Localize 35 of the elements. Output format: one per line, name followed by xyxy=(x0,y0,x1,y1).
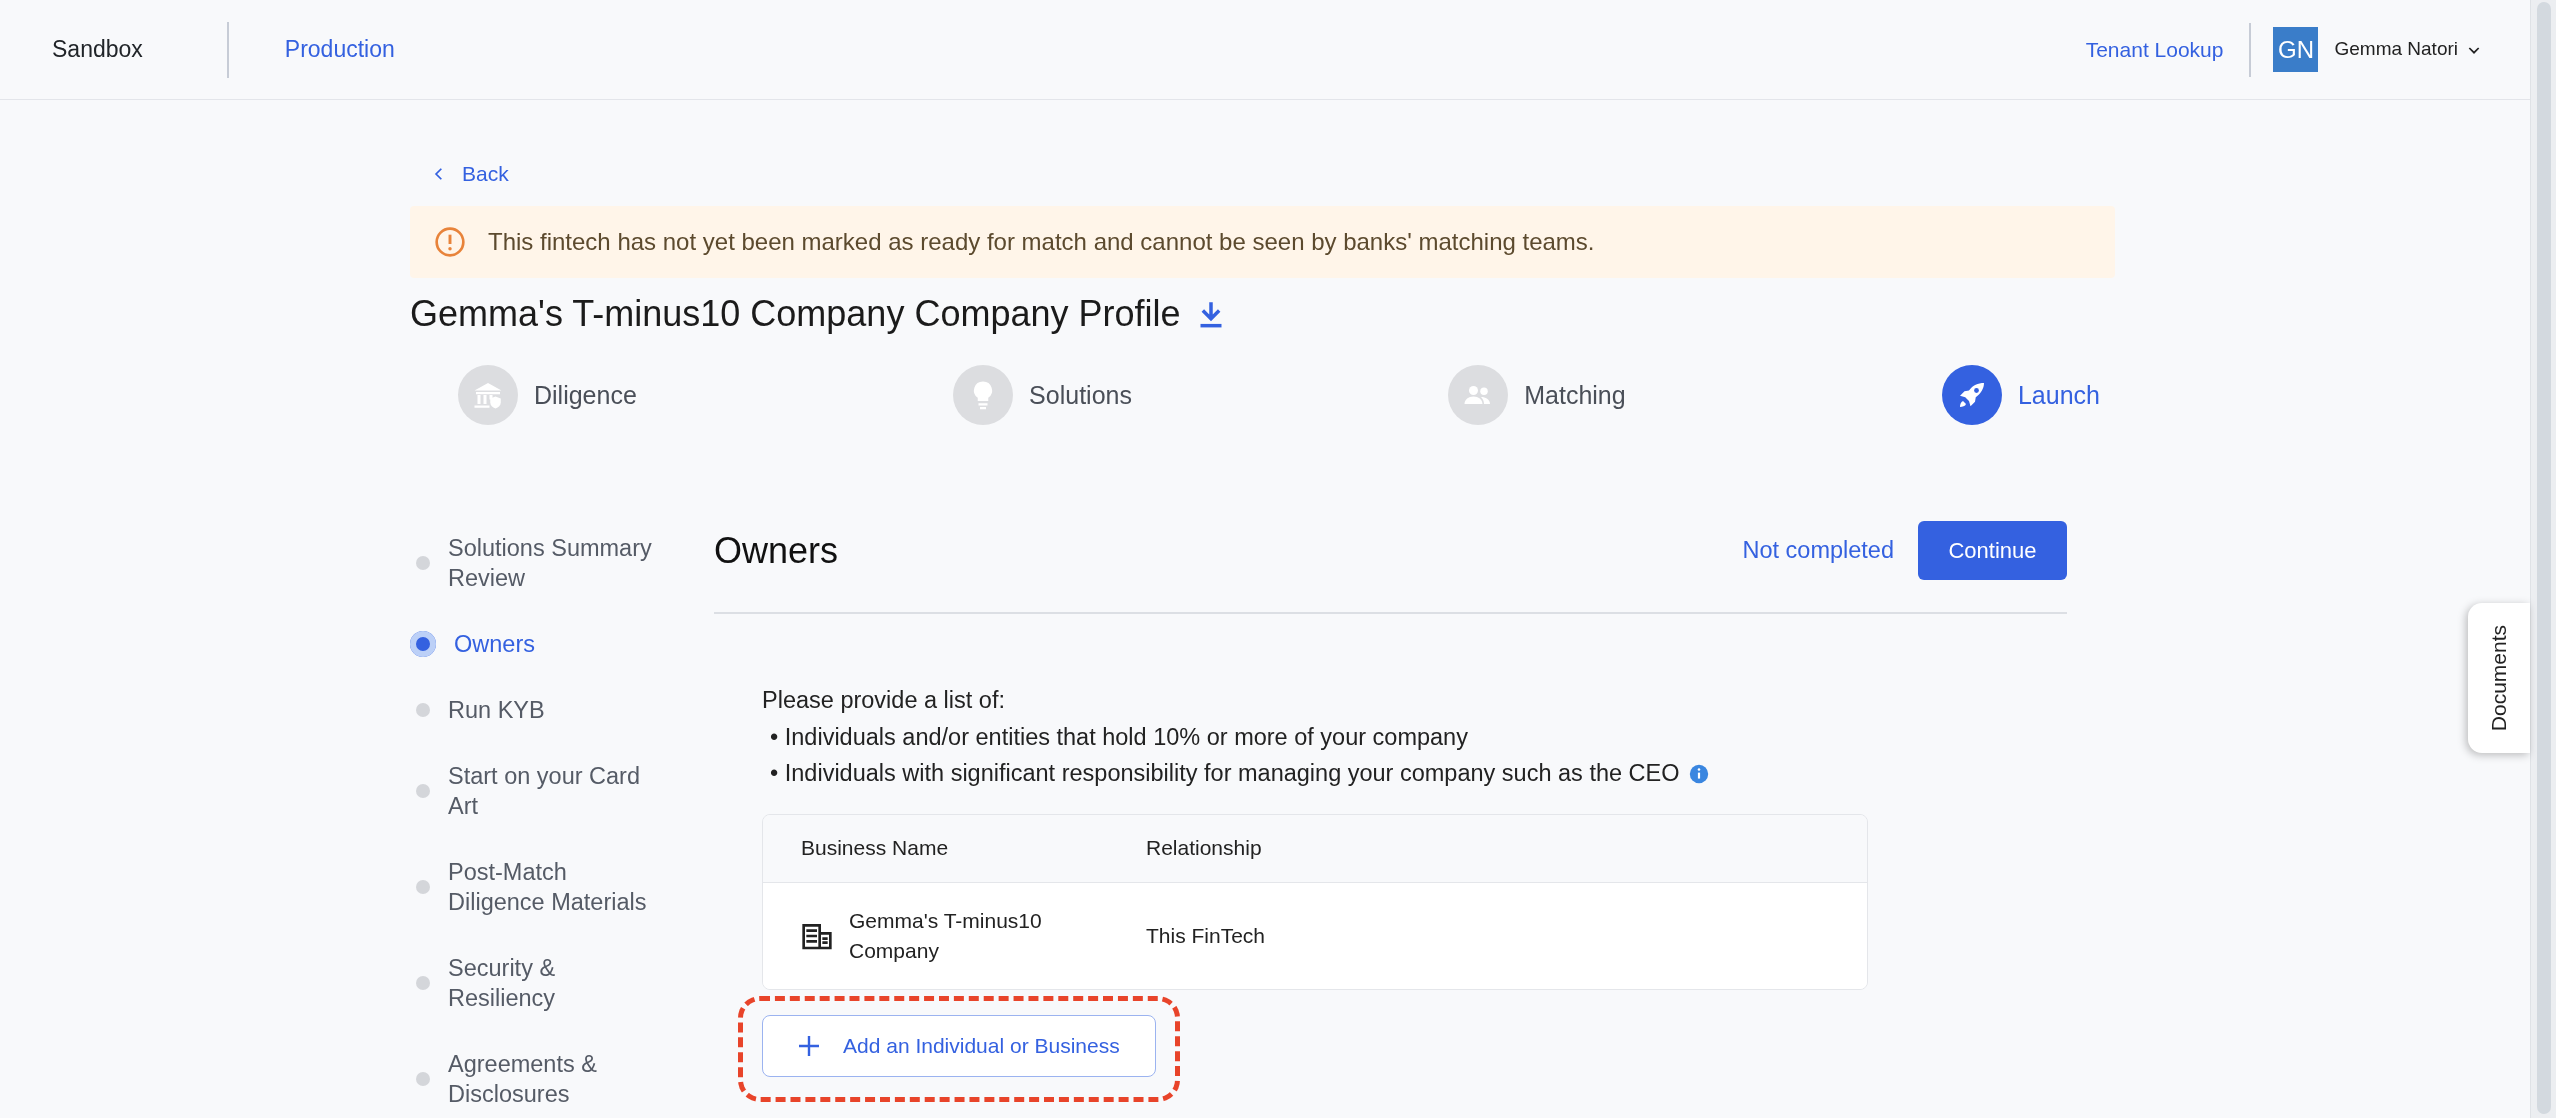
sidebar-item[interactable]: Owners xyxy=(454,629,669,660)
sidebar-item[interactable]: Post-Match Diligence Materials xyxy=(448,857,663,918)
sidebar-item[interactable]: Agreements & Disclosures xyxy=(448,1049,663,1110)
status-text: Not completed xyxy=(1742,536,1894,566)
step-label[interactable]: Launch xyxy=(2017,376,2100,415)
page-title: Gemma's T-minus10 Company Company Profile xyxy=(410,292,1181,336)
documents-tab[interactable]: Documents xyxy=(2468,603,2530,753)
environment-link[interactable]: Production xyxy=(284,32,395,67)
warning-circle-icon xyxy=(434,226,466,259)
environment-link[interactable]: Sandbox xyxy=(52,32,143,67)
instructions-text: Please provide a list of: xyxy=(762,686,1006,716)
info-icon xyxy=(1687,762,1710,785)
section-title: Owners xyxy=(714,529,839,573)
scrollbar-thumb[interactable] xyxy=(2537,2,2551,1114)
bullet-text: • Individuals and/or entities that hold 10% or more of your company xyxy=(770,722,1468,752)
user-name[interactable]: Gemma Natori xyxy=(2334,35,2458,64)
sidebar-item[interactable]: Security & Resiliency xyxy=(448,953,663,1014)
continue-button[interactable]: Continue xyxy=(1918,521,2067,581)
column-header: Business Name xyxy=(800,835,950,862)
add-owner-button[interactable]: Add an Individual or Business xyxy=(762,1014,1156,1077)
back-link[interactable]: Back xyxy=(432,158,509,190)
alert-message: This fintech has not yet been marked as ready for match and cannot be seen by banks' matching teams. xyxy=(488,227,1595,258)
step-label[interactable]: Solutions xyxy=(1029,376,1132,415)
bullet-text: • Individuals with significant responsibility for managing your company such as the CEO xyxy=(770,759,1680,789)
user-avatar[interactable]: GN xyxy=(2273,27,2319,72)
sidebar-item[interactable]: Run KYB xyxy=(448,695,663,726)
sidebar-item[interactable]: Solutions Summary Review xyxy=(448,533,663,594)
tenant-lookup-link[interactable]: Tenant Lookup xyxy=(2085,33,2224,66)
column-header: Relationship xyxy=(1146,835,1262,862)
step-label[interactable]: Diligence xyxy=(534,376,637,415)
table-cell-text: Gemma's T-minus10 Company xyxy=(849,907,1043,964)
sidebar-item[interactable]: Start on your Card Art xyxy=(448,761,663,822)
plus-icon xyxy=(797,1033,821,1058)
table-cell-text: This FinTech xyxy=(1146,922,1266,949)
step-label[interactable]: Matching xyxy=(1524,376,1626,415)
